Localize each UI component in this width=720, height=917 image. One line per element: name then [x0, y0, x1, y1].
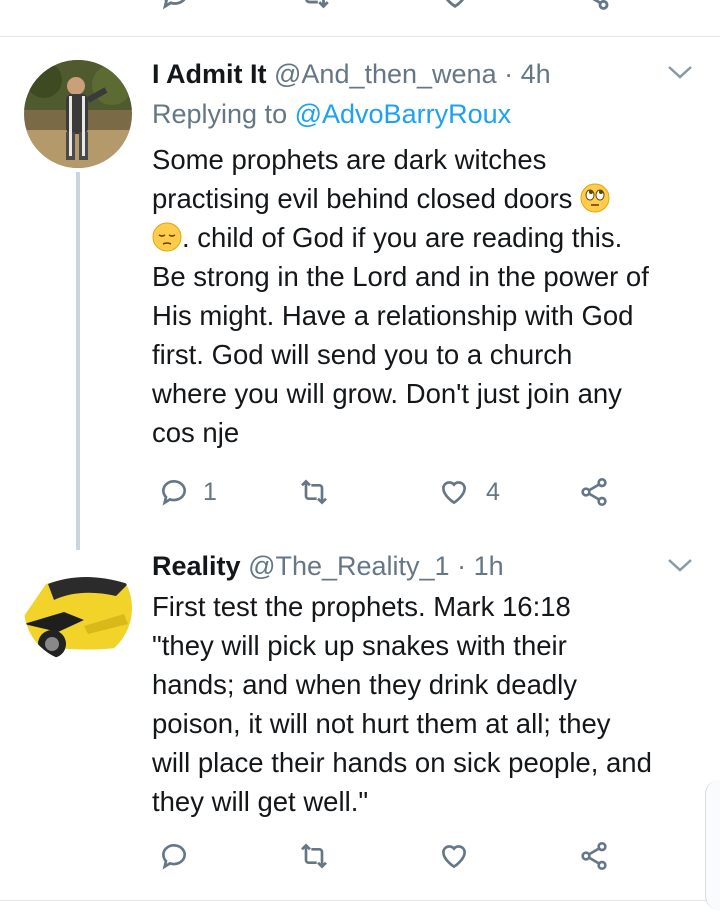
- reply-icon[interactable]: [158, 0, 192, 12]
- reply-icon[interactable]: [158, 840, 190, 872]
- share-icon[interactable]: [578, 0, 612, 12]
- like-icon[interactable]: [438, 476, 470, 508]
- replying-label: Replying to: [152, 99, 288, 129]
- avatar[interactable]: [24, 554, 132, 662]
- display-name[interactable]: Reality: [152, 551, 241, 581]
- divider: [0, 900, 720, 901]
- tweet-text: First test the prophets. Mark 16:18 "the…: [152, 591, 652, 817]
- previous-tweet-actions: [0, 0, 720, 37]
- retweet-icon[interactable]: [298, 476, 330, 508]
- tweet[interactable]: Reality @The_Reality_1 · 1h First test t…: [0, 530, 720, 900]
- like-icon[interactable]: [438, 0, 472, 12]
- replying-handle-link[interactable]: @AdvoBarryRoux: [295, 99, 512, 129]
- like-icon[interactable]: [438, 840, 470, 872]
- user-handle[interactable]: @And_then_wena: [274, 59, 497, 89]
- tweet-text-part: Some prophets are dark witches practisin…: [152, 144, 573, 214]
- retweet-icon[interactable]: [298, 840, 330, 872]
- timestamp: · 4h: [504, 59, 551, 89]
- avatar[interactable]: [24, 60, 132, 168]
- eye-roll-emoji-icon: [580, 183, 610, 213]
- pensive-emoji-icon: [152, 222, 182, 252]
- tweet[interactable]: I Admit It @And_then_wena · 4h Replying …: [0, 36, 720, 556]
- thread-line: [76, 172, 80, 550]
- chevron-down-icon[interactable]: [666, 62, 694, 87]
- tweet-text-part: . child of God if you are reading this. …: [152, 222, 649, 448]
- like-count: 4: [486, 478, 500, 506]
- reply-count: 1: [203, 478, 217, 506]
- user-handle[interactable]: @The_Reality_1: [248, 551, 450, 581]
- replying-to: Replying to @AdvoBarryRoux: [152, 97, 511, 131]
- tweet-text: Some prophets are dark witches practisin…: [152, 140, 700, 452]
- floating-button-edge[interactable]: [705, 780, 720, 910]
- chevron-down-icon[interactable]: [666, 555, 694, 580]
- reply-icon[interactable]: [158, 476, 190, 508]
- retweet-icon[interactable]: [298, 0, 332, 12]
- display-name[interactable]: I Admit It: [152, 59, 267, 89]
- timestamp: · 1h: [457, 551, 504, 581]
- tweet-header: I Admit It @And_then_wena · 4h: [152, 57, 551, 91]
- share-icon[interactable]: [578, 840, 610, 872]
- share-icon[interactable]: [578, 476, 610, 508]
- tweet-header: Reality @The_Reality_1 · 1h: [152, 549, 504, 583]
